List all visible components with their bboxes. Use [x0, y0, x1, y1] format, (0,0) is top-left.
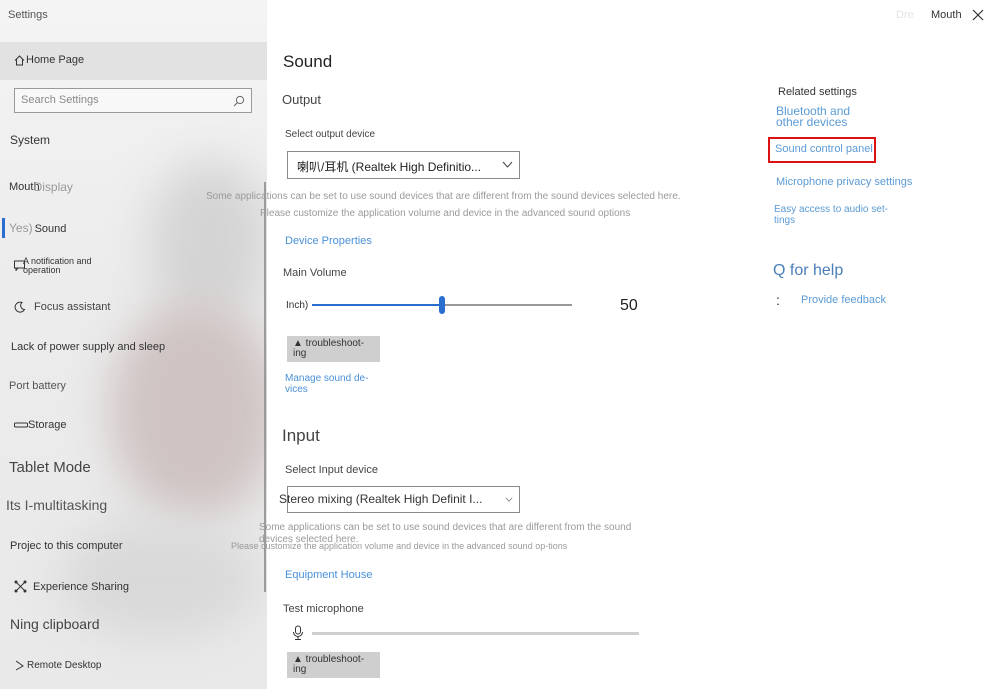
provide-feedback-link[interactable]: Provide feedback [801, 295, 886, 306]
notification-label: A notification and operation [23, 256, 92, 275]
device-properties-link[interactable]: Device Properties [285, 235, 372, 247]
output-device-select[interactable]: 喇叭/耳机 (Realtek High Definitio... [287, 151, 520, 179]
chevron-down-icon [502, 161, 513, 168]
sidebar-item-remote[interactable]: Remote Desktop [14, 659, 101, 671]
display-label: Display [33, 180, 73, 194]
mic-privacy-link[interactable]: Microphone privacy settings [776, 177, 912, 188]
bluetooth-link[interactable]: Bluetooth and other devices [776, 105, 866, 128]
window-title: Settings [8, 9, 48, 21]
related-settings-title: Related settings [778, 86, 857, 98]
main-volume-label: Main Volume [283, 267, 347, 279]
close-icon [972, 9, 984, 21]
home-icon [14, 54, 25, 65]
input-note-line2: Please customize the application volume … [231, 541, 568, 551]
output-select-label: Select output device [285, 129, 376, 140]
sidebar-item-power[interactable]: Lack of power supply and sleep [11, 341, 165, 353]
microphone-icon [292, 625, 304, 646]
sidebar-item-project[interactable]: Projec to this computer [10, 540, 123, 552]
sidebar-item-clipboard[interactable]: Ning clipboard [10, 616, 100, 632]
sidebar-item-sound[interactable]: Yes) Sound [9, 220, 67, 236]
volume-slider-fill [312, 304, 442, 306]
selected-indicator [2, 218, 5, 238]
close-button[interactable] [972, 8, 984, 26]
page-title: Sound [283, 52, 333, 71]
sound-prefix: Yes) [9, 220, 33, 235]
moon-icon [14, 301, 26, 313]
section-system: System [10, 133, 51, 147]
sidebar-item-tablet[interactable]: Tablet Mode [9, 459, 91, 476]
sidebar-item-storage[interactable]: Storage [14, 419, 67, 431]
manage-devices-link[interactable]: Manage sound de-vices [285, 373, 380, 395]
sidebar-item-notifications[interactable]: A notification and operation [14, 257, 113, 275]
search-icon [233, 95, 245, 107]
sound-label: Sound [34, 223, 67, 235]
sidebar-item-sharing[interactable]: Experience Sharing [14, 580, 129, 593]
remote-desktop-icon [15, 660, 24, 671]
input-device-value: Stereo mixing (Realtek High Definit I... [279, 492, 483, 506]
sidebar-home[interactable]: Home Page [14, 54, 84, 66]
sidebar-item-battery[interactable]: Port battery [9, 380, 66, 392]
mic-level-bar [312, 632, 639, 635]
input-heading: Input [282, 426, 320, 445]
chevron-down-icon [505, 497, 513, 502]
input-select-label: Select Input device [285, 464, 378, 476]
help-title: Q for help [773, 262, 844, 279]
search-placeholder: Search Settings [21, 94, 99, 106]
output-note-line2: Please customize the application volume … [260, 208, 631, 219]
remote-label: Remote Desktop [27, 659, 102, 671]
sharing-label: Experience Sharing [33, 580, 130, 593]
top-faint-text: Dre [896, 9, 914, 21]
storage-label: Storage [28, 419, 67, 431]
storage-icon [14, 422, 28, 428]
test-mic-label: Test microphone [283, 603, 364, 615]
sharing-icon [14, 580, 27, 593]
volume-value: 50 [620, 297, 638, 314]
top-mouth-label: Mouth [931, 9, 962, 21]
search-box[interactable]: Search Settings [14, 88, 252, 113]
sidebar-item-display[interactable]: Mouth Display [9, 180, 73, 194]
sidebar: Settings Home Page Search Settings Syste… [0, 0, 267, 689]
sidebar-item-multitasking[interactable]: Its I-multitasking [6, 497, 107, 513]
focus-label: Focus assistant [34, 301, 111, 313]
input-device-select[interactable]: Stereo mixing (Realtek High Definit I... [279, 486, 520, 513]
output-heading: Output [282, 92, 322, 107]
sound-control-panel-link[interactable]: Sound control panel [775, 144, 873, 155]
input-troubleshoot-button[interactable]: ▲ troubleshoot-ing [287, 652, 380, 678]
output-device-value: 喇叭/耳机 (Realtek High Definitio... [297, 160, 482, 174]
volume-slider-thumb[interactable] [439, 296, 445, 314]
sidebar-item-focus[interactable]: Focus assistant [14, 301, 110, 313]
feedback-icon: : [776, 292, 780, 308]
home-label: Home Page [26, 54, 85, 66]
equipment-house-link[interactable]: Equipment House [285, 569, 372, 581]
volume-icon-text[interactable]: Inch) [286, 300, 308, 311]
easy-access-link[interactable]: Easy access to audio set-tings [774, 204, 904, 226]
output-troubleshoot-button[interactable]: ▲ troubleshoot-ing [287, 336, 380, 362]
output-note-line1: Some applications can be set to use soun… [206, 191, 681, 202]
